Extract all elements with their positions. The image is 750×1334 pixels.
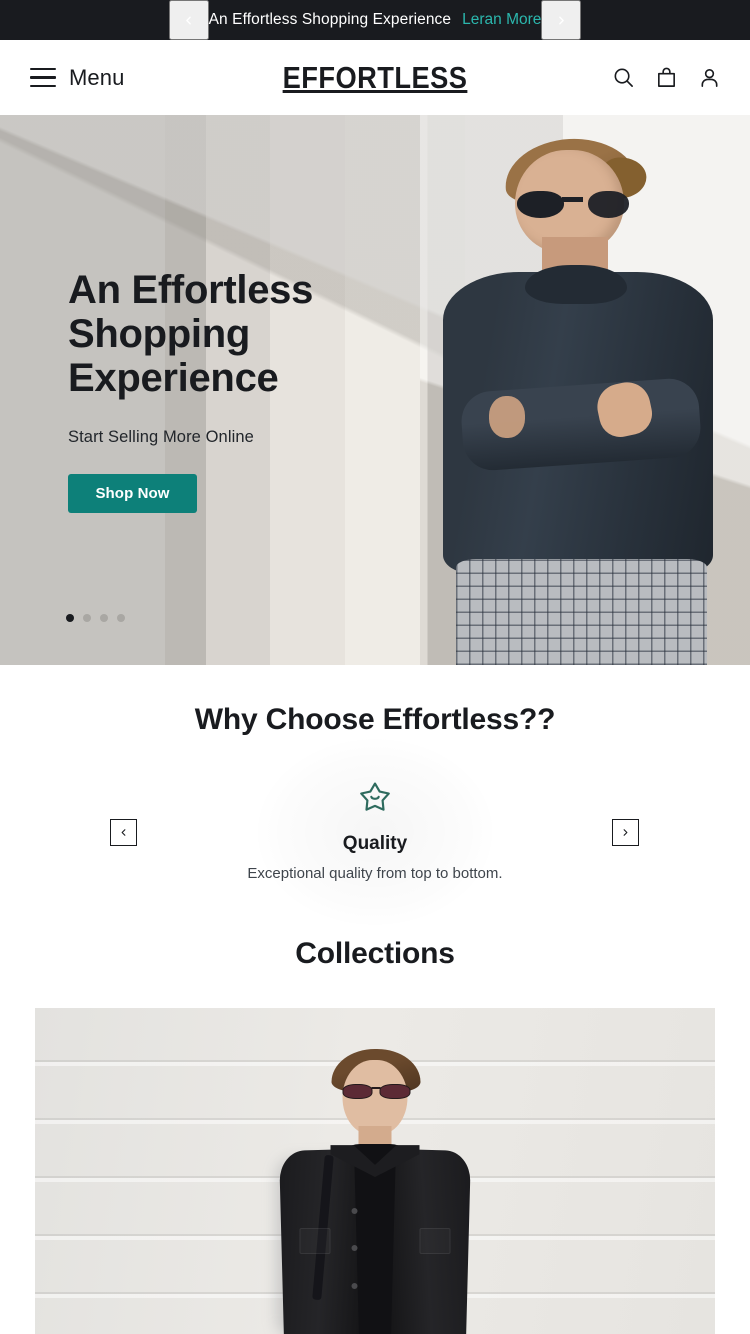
chevron-right-icon [555, 14, 568, 27]
feature-card: Quality Exceptional quality from top to … [235, 779, 515, 884]
site-header: Menu EFFORTLESS [0, 40, 750, 115]
hero-pagination-dots [66, 614, 125, 622]
features-next-button[interactable] [612, 818, 639, 846]
hero-title: An Effortless Shopping Experience [68, 267, 314, 400]
features-carousel: Quality Exceptional quality from top to … [0, 737, 750, 927]
hero-content: An Effortless Shopping Experience Start … [0, 115, 750, 665]
hero-slideshow: An Effortless Shopping Experience Start … [0, 115, 750, 665]
smiling-star-icon [235, 779, 515, 819]
collection-model-pocket-right [419, 1227, 451, 1254]
collections-title: Collections [295, 937, 455, 970]
announcement-content: An Effortless Shopping Experience Leran … [209, 11, 542, 29]
shop-now-button[interactable]: Shop Now [68, 473, 197, 513]
hero-dot-3[interactable] [100, 614, 108, 622]
collection-model-sunglasses [342, 1084, 411, 1099]
hamburger-icon [30, 67, 56, 88]
site-logo[interactable]: EFFORTLESS [283, 60, 468, 96]
chevron-right-icon [620, 827, 631, 838]
user-account-icon[interactable] [694, 63, 724, 93]
features-section: Why Choose Effortless?? Quality Exceptio… [0, 665, 750, 931]
announcement-next-button[interactable] [541, 0, 582, 40]
header-icon-group [608, 63, 724, 93]
announcement-text: An Effortless Shopping Experience [208, 11, 452, 28]
collection-model-button-1 [351, 1207, 358, 1214]
feature-description: Exceptional quality from top to bottom. [247, 865, 503, 883]
collection-model-pocket-left [299, 1227, 331, 1254]
features-prev-button[interactable] [110, 818, 137, 846]
shopping-bag-icon[interactable] [651, 63, 681, 93]
collection-model-button-3 [351, 1282, 358, 1289]
announcement-bar: An Effortless Shopping Experience Leran … [0, 0, 750, 40]
collection-card-image[interactable] [35, 1008, 715, 1334]
hero-dot-2[interactable] [83, 614, 91, 622]
announcement-learn-more-link[interactable]: Leran More [462, 11, 541, 29]
collections-section: Collections [0, 931, 750, 1334]
menu-button[interactable]: Menu [30, 65, 124, 91]
hero-subtitle: Start Selling More Online [68, 427, 254, 446]
features-title: Why Choose Effortless?? [194, 703, 556, 736]
announcement-prev-button[interactable] [168, 0, 209, 40]
collection-model-figure [258, 1048, 493, 1334]
feature-title: Quality [342, 833, 408, 855]
chevron-left-icon [118, 827, 129, 838]
hero-dot-4[interactable] [117, 614, 125, 622]
hero-dot-1[interactable] [66, 614, 74, 622]
chevron-left-icon [182, 14, 195, 27]
menu-label: Menu [69, 64, 125, 90]
search-icon[interactable] [608, 63, 638, 93]
